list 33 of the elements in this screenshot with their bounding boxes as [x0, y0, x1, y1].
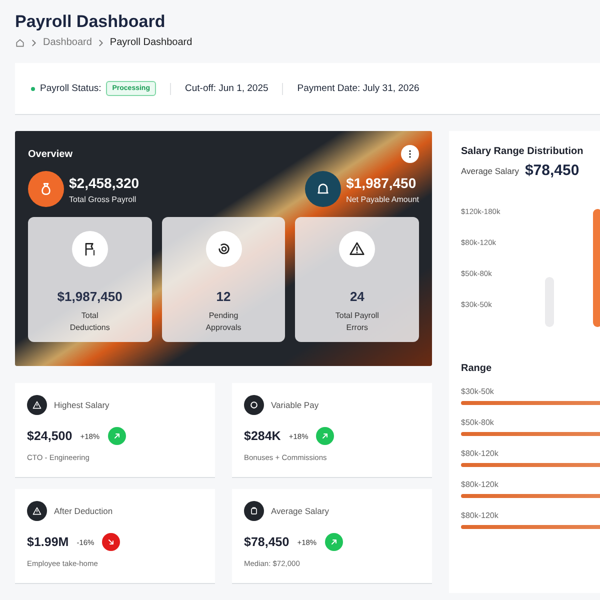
range-label: $80k-120k [461, 449, 500, 458]
average-value: $78,450 [524, 162, 580, 179]
range-label: $80k-120k [461, 511, 500, 520]
section-title: Range [461, 363, 493, 374]
average-label: Average Salary [461, 166, 519, 176]
card-title: Highest Salary [54, 400, 110, 410]
card-value: $1.99M [27, 535, 69, 549]
card-title: After Deduction [54, 506, 113, 516]
metric-value: $1,987,450 [57, 289, 122, 304]
status-label: Payroll Status: [40, 83, 102, 94]
metric-label: Pending Approvals [204, 310, 242, 334]
panel-title: Overview [28, 148, 72, 160]
summary-value: $1,987,450 [346, 174, 418, 190]
metric-label: Total Deductions [68, 310, 111, 334]
breadcrumb-link[interactable]: Dashboard [43, 37, 92, 48]
summary-label: Net Payable Amount [346, 194, 419, 204]
page-title: Payroll Dashboard [15, 12, 166, 32]
summary-label: Total Gross Payroll [69, 194, 138, 204]
card-value: $284K [244, 429, 281, 443]
card-value: $24,500 [27, 429, 72, 443]
metric-label: Total Payroll Errors [334, 310, 380, 334]
metric-value: 12 [216, 289, 231, 304]
summary-value: $2,458,320 [69, 174, 140, 190]
range-label: $30k-50k [461, 387, 495, 396]
card-title: Average Salary [271, 506, 329, 516]
cutoff-date: Cut-off: Jun 1, 2025 [185, 83, 268, 94]
metric-value: 24 [350, 289, 364, 304]
card-value: $78,450 [244, 535, 290, 549]
card-title: Variable Pay [271, 400, 319, 410]
range-label: $50k-80k [461, 418, 495, 427]
payment-date: Payment Date: July 31, 2026 [297, 83, 420, 94]
panel-title: Salary Range Distribution [461, 146, 584, 157]
range-label: $80k-120k [461, 480, 500, 489]
